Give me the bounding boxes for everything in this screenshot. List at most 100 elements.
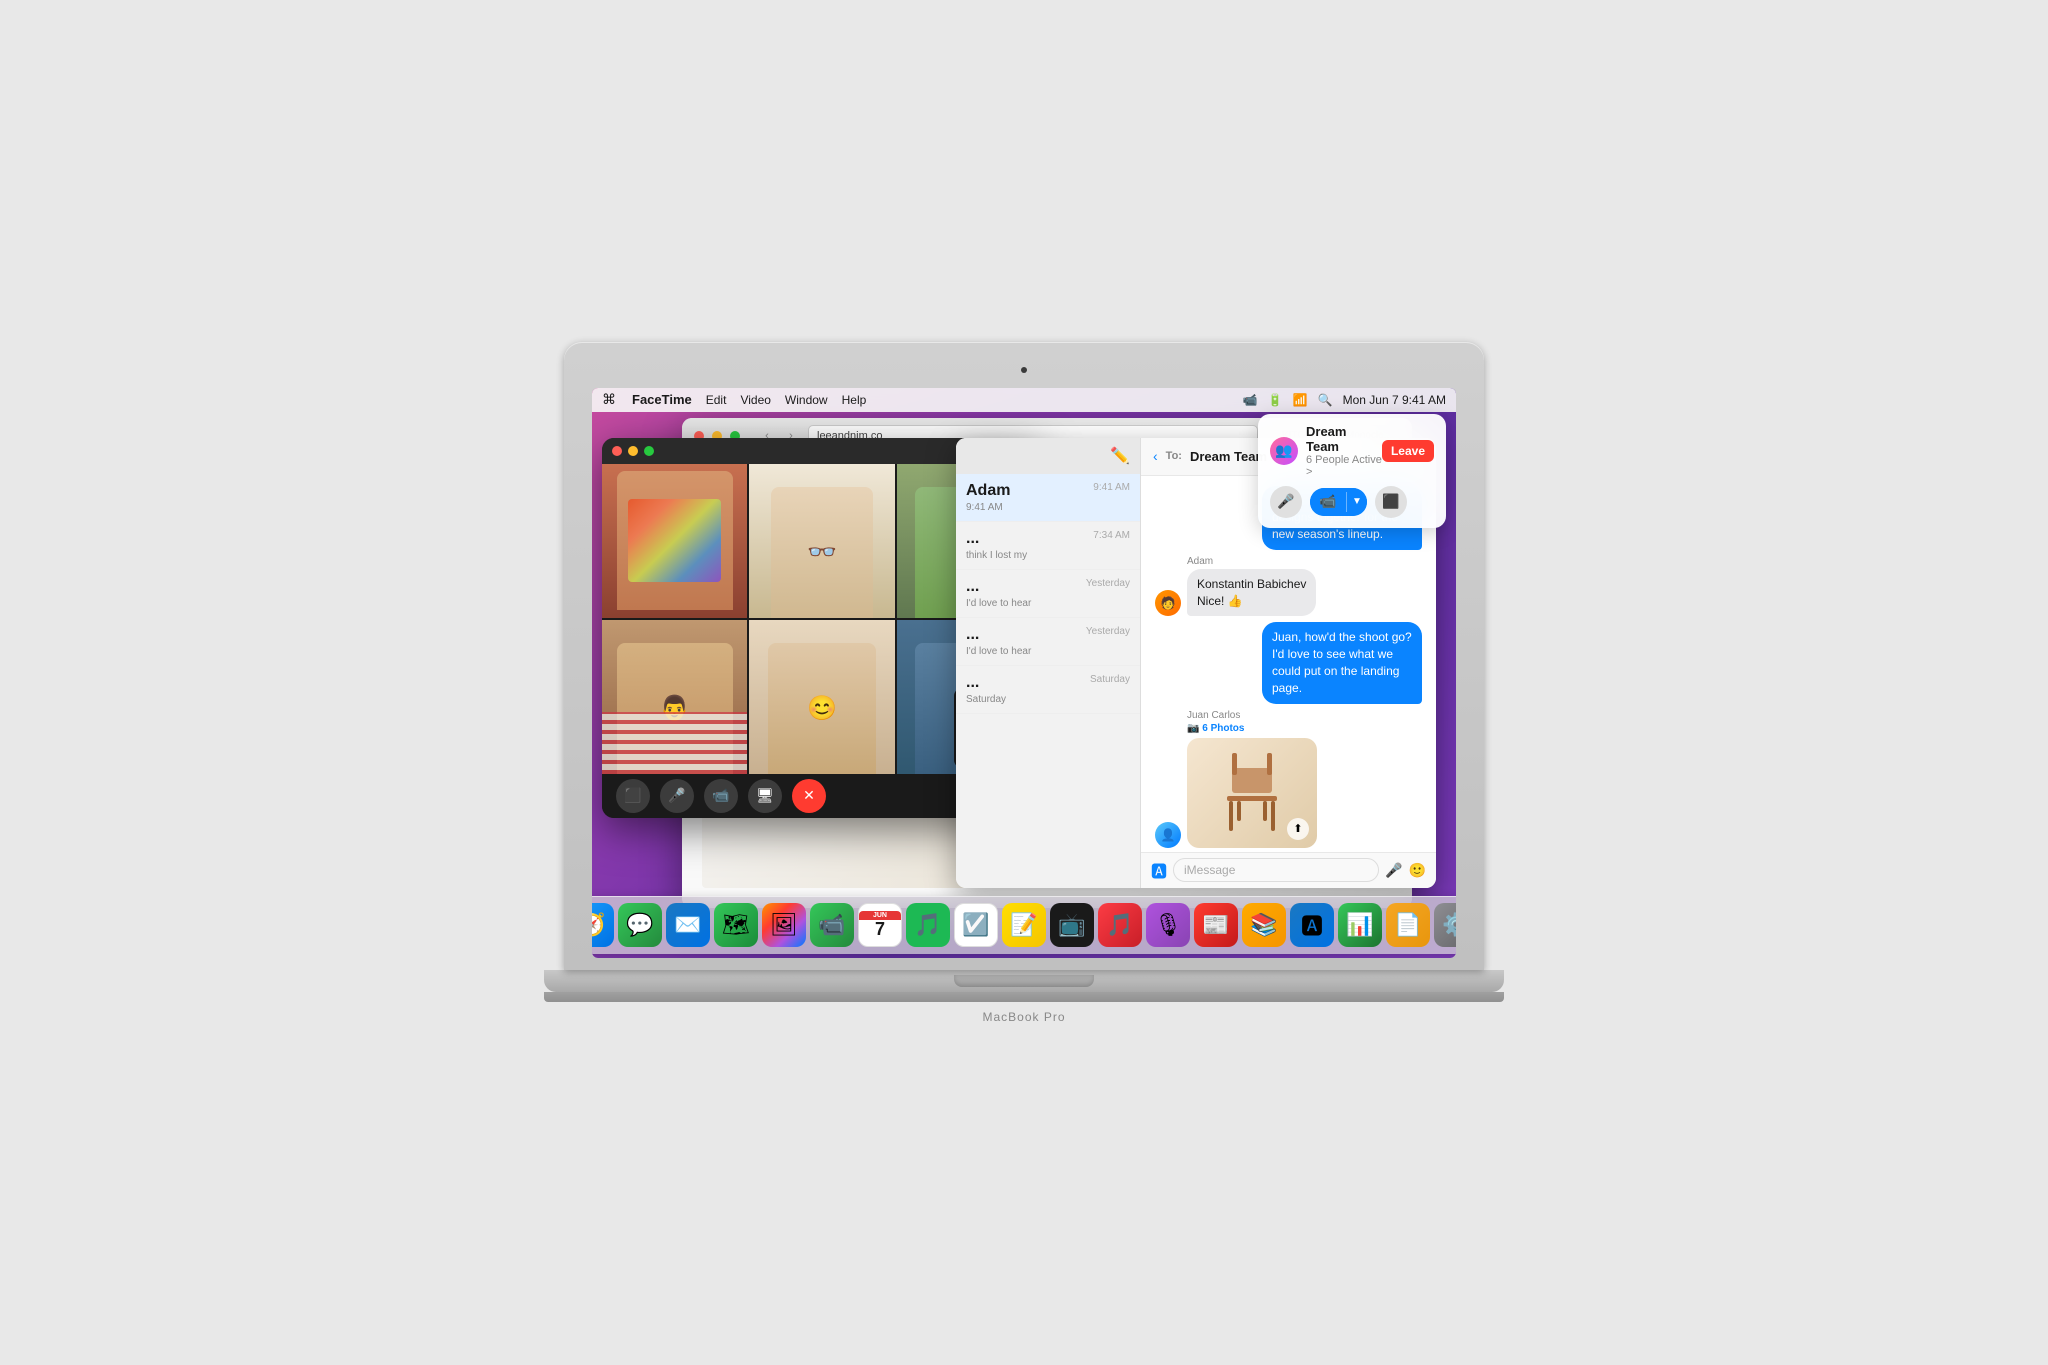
laptop-wrapper: ⌘ FaceTime Edit Video Window Help 📹 🔋 📶 … — [564, 342, 1484, 1024]
laptop-base — [544, 992, 1504, 1002]
notif-video-button[interactable]: 📹 — [1310, 488, 1346, 516]
compose-icon[interactable]: ✏️ — [1110, 446, 1130, 466]
dock-icon-podcasts[interactable]: 🎙 — [1146, 903, 1190, 947]
dock-icon-pages[interactable]: 📄 — [1386, 903, 1430, 947]
facetime-minimize[interactable] — [628, 446, 638, 456]
msg-preview-1: 9:41 AM — [966, 502, 1130, 513]
facetime-camera-button[interactable]: 📹 — [704, 779, 738, 813]
facetime-participant-2: 👓 — [749, 464, 894, 618]
chair-illustration — [1217, 748, 1287, 838]
notif-controls-row: 🎤 📹 ▼ ⬛ — [1270, 486, 1434, 518]
photo-message-bubble[interactable]: ⬆ — [1187, 738, 1317, 848]
list-item[interactable]: 9:41 AM Adam 9:41 AM — [956, 474, 1140, 522]
msg-bubble-received-1: Konstantin BabichevNice! 👍 — [1187, 569, 1316, 617]
list-item[interactable]: Saturday ... Saturday — [956, 666, 1140, 714]
list-item[interactable]: 7:34 AM ... think I lost my — [956, 522, 1140, 570]
msg-sender-label-juan: Juan Carlos — [1187, 710, 1317, 721]
notif-subtitle[interactable]: 6 People Active > — [1306, 454, 1382, 478]
dock-icon-appstore[interactable]: 🅰 — [1290, 903, 1334, 947]
messages-left-header: ✏️ — [956, 438, 1140, 474]
dock-icon-sysprefs[interactable]: ⚙️ — [1434, 903, 1456, 947]
msg-sender-label: Adam — [1187, 556, 1316, 567]
menubar-right: 📹 🔋 📶 🔍 Mon Jun 7 9:41 AM — [1243, 393, 1446, 407]
msg-preview-5: Saturday — [966, 694, 1130, 705]
dock-icon-notes[interactable]: 📝 — [1002, 903, 1046, 947]
facetime-screenshare2-button[interactable]: 🖥 — [748, 779, 782, 813]
macbook-label: MacBook Pro — [982, 1010, 1065, 1024]
list-item[interactable]: Yesterday ... I'd love to hear — [956, 570, 1140, 618]
dock-icon-ibooks[interactable]: 📚 — [1242, 903, 1286, 947]
apps-icon[interactable]: 🅰 — [1151, 858, 1167, 882]
header-to-label: To: — [1166, 450, 1182, 462]
dock-icon-spotify[interactable]: 🎵 — [906, 903, 950, 947]
dock-icon-news[interactable]: 📰 — [1194, 903, 1238, 947]
facetime-end-call-button[interactable]: ✕ — [792, 779, 826, 813]
dock-icon-calendar[interactable]: JUN 7 — [858, 903, 902, 947]
shareplay-notification: 👥 Dream Team 6 People Active > Leave 🎤 📹 — [1258, 414, 1446, 528]
menubar-search-icon[interactable]: 🔍 — [1318, 393, 1333, 407]
facetime-fullscreen[interactable] — [644, 446, 654, 456]
dock-icon-photos[interactable]: 🖼 — [762, 903, 806, 947]
dock-icon-appletv[interactable]: 📺 — [1050, 903, 1094, 947]
laptop-bottom — [544, 970, 1504, 992]
dock-icon-reminders[interactable]: ☑️ — [954, 903, 998, 947]
msg-preview-3: I'd love to hear — [966, 598, 1130, 609]
notif-leave-button[interactable]: Leave — [1382, 440, 1434, 462]
dock-icon-messages[interactable]: 💬 — [618, 903, 662, 947]
menubar-time: Mon Jun 7 9:41 AM — [1343, 393, 1446, 407]
msg-time-4: Yesterday — [1086, 626, 1130, 637]
msg-time-1: 9:41 AM — [1093, 482, 1130, 493]
facetime-mic-button[interactable]: 🎤 — [660, 779, 694, 813]
imessage-input-field[interactable]: iMessage — [1173, 858, 1379, 882]
back-icon[interactable]: ‹ — [1153, 448, 1158, 464]
camera-bar — [592, 360, 1456, 380]
dock-icon-music[interactable]: 🎵 — [1098, 903, 1142, 947]
messages-sidebar: ✏️ 9:41 AM Adam 9:41 AM 7:34 AM ... thin… — [956, 438, 1141, 888]
notif-video-dropdown[interactable]: ▼ — [1347, 488, 1367, 516]
dock-icon-safari[interactable]: 🧭 — [592, 903, 614, 947]
menubar: ⌘ FaceTime Edit Video Window Help 📹 🔋 📶 … — [592, 388, 1456, 412]
message-row: 👤 Juan Carlos 📷 6 Photos — [1155, 710, 1422, 848]
avatar-juan: 👤 — [1155, 822, 1181, 848]
dock-icon-maps[interactable]: 🗺 — [714, 903, 758, 947]
photos-count-label: 📷 6 Photos — [1187, 723, 1244, 734]
menubar-wifi-icon: 📶 — [1293, 393, 1308, 407]
msg-preview-2: think I lost my — [966, 550, 1130, 561]
share-icon[interactable]: ⬆ — [1287, 818, 1309, 840]
dock: 🔵 ⬛ 🧭 💬 ✉️ 🗺 🖼 📹 JUN 7 🎵 ☑️ 📝 📺 — [592, 896, 1456, 954]
list-item[interactable]: Yesterday ... I'd love to hear — [956, 618, 1140, 666]
msg-bubble-sent-2: Juan, how'd the shoot go? I'd love to se… — [1262, 622, 1422, 703]
menubar-left: ⌘ FaceTime Edit Video Window Help — [602, 391, 866, 408]
menubar-video[interactable]: Video — [740, 393, 770, 407]
avatar-adam: 🧑 — [1155, 590, 1181, 616]
emoji-icon[interactable]: 🙂 — [1409, 862, 1426, 879]
facetime-participant-4: 👨 — [602, 620, 747, 774]
notif-video-group: 📹 ▼ — [1310, 488, 1367, 516]
facetime-screen-share-button[interactable]: ⬛ — [616, 779, 650, 813]
menubar-edit[interactable]: Edit — [706, 393, 727, 407]
facetime-close[interactable] — [612, 446, 622, 456]
dock-icon-facetime[interactable]: 📹 — [810, 903, 854, 947]
apple-logo-icon[interactable]: ⌘ — [602, 391, 616, 408]
menubar-camera-icon: 📹 — [1243, 393, 1258, 407]
messages-chat-area[interactable]: We've been trying to get designs togethe… — [1141, 476, 1436, 852]
msg-preview-4: I'd love to hear — [966, 646, 1130, 657]
notif-mic-button[interactable]: 🎤 — [1270, 486, 1302, 518]
menubar-help[interactable]: Help — [842, 393, 867, 407]
notif-title-group: Dream Team 6 People Active > — [1306, 424, 1382, 478]
dock-icon-numbers[interactable]: 📊 — [1338, 903, 1382, 947]
msg-time-2: 7:34 AM — [1093, 530, 1130, 541]
notif-screen-share-button[interactable]: ⬛ — [1375, 486, 1407, 518]
audio-icon[interactable]: 🎤 — [1385, 862, 1402, 879]
menubar-window[interactable]: Window — [785, 393, 828, 407]
photos-label-row: 📷 6 Photos — [1187, 723, 1317, 734]
notif-top-row: 👥 Dream Team 6 People Active > Leave — [1270, 424, 1434, 478]
dock-icon-mail[interactable]: ✉️ — [666, 903, 710, 947]
imessage-placeholder: iMessage — [1184, 863, 1235, 877]
facetime-participant-1 — [602, 464, 747, 618]
calendar-day: 7 — [875, 920, 885, 938]
menubar-app-name[interactable]: FaceTime — [632, 392, 692, 407]
message-row: Juan, how'd the shoot go? I'd love to se… — [1155, 622, 1422, 703]
menubar-battery-icon: 🔋 — [1268, 393, 1283, 407]
msg-time-3: Yesterday — [1086, 578, 1130, 589]
